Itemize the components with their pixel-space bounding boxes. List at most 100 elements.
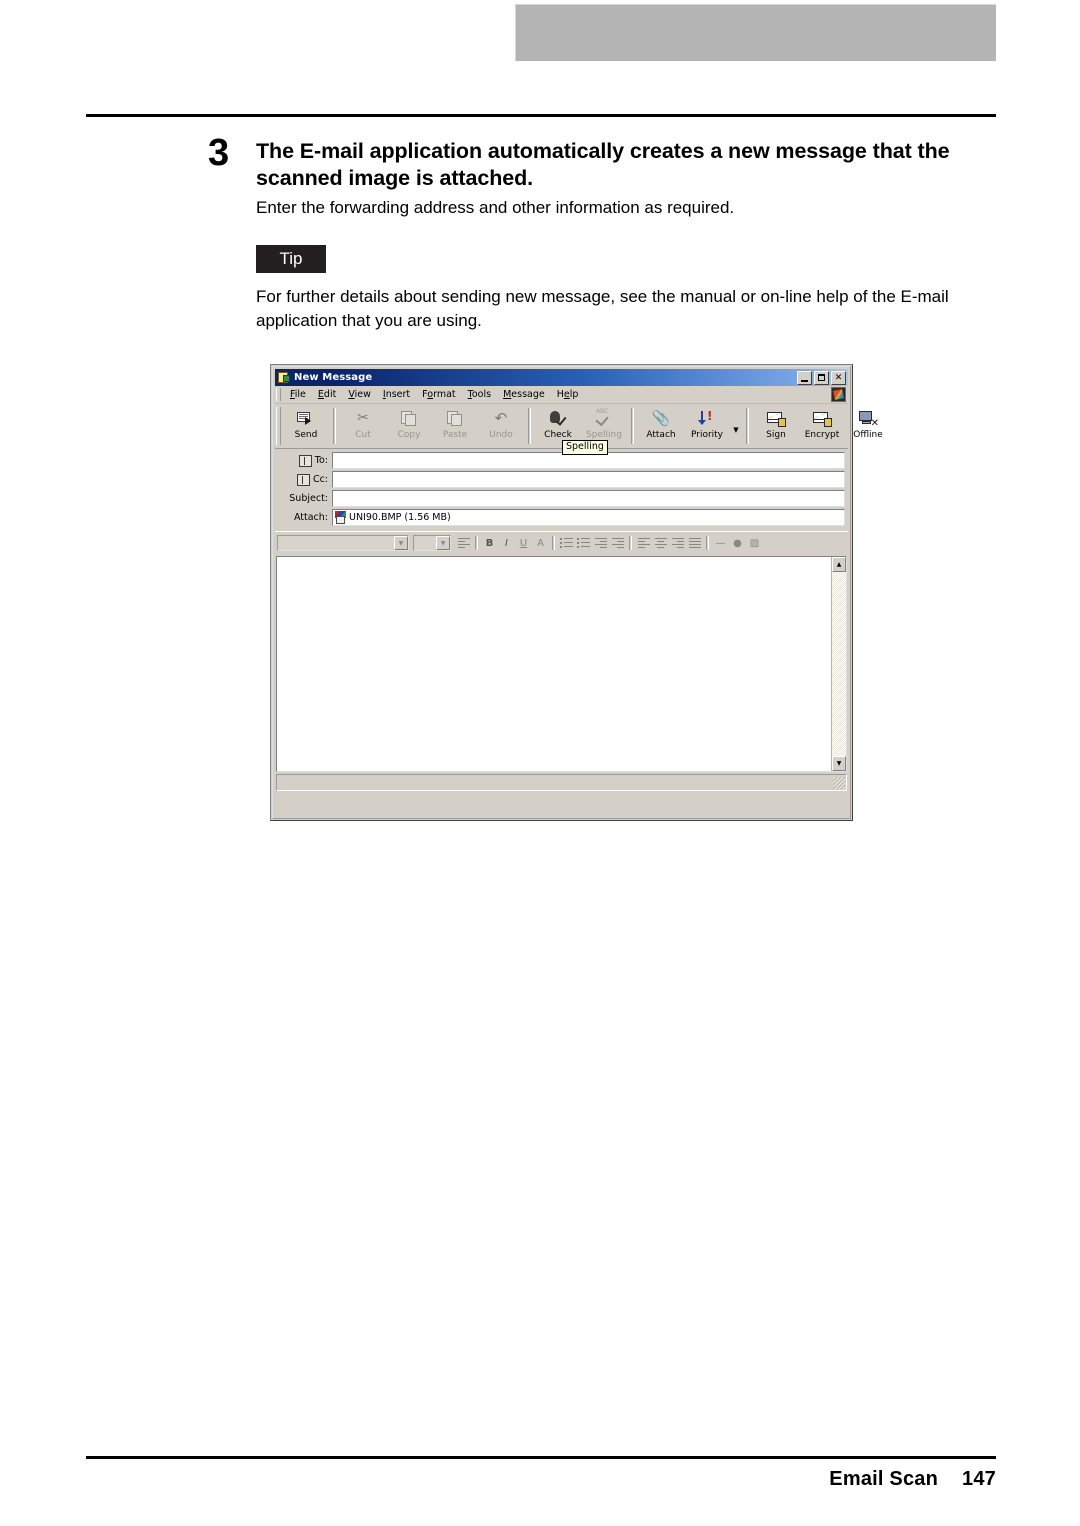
close-button[interactable]: ✕ xyxy=(831,370,846,385)
attachment-chip[interactable]: UNI90.BMP (1.56 MB) xyxy=(335,511,451,524)
resize-grip[interactable] xyxy=(833,777,845,789)
font-size-select[interactable]: ▼ xyxy=(413,535,451,551)
format-separator xyxy=(552,536,555,550)
toolbar-separator xyxy=(631,408,634,444)
chevron-down-icon[interactable]: ▼ xyxy=(394,536,408,550)
align-right-button[interactable] xyxy=(669,535,686,552)
subject-field-row: Subject: xyxy=(276,490,847,507)
attach-field-label: Attach: xyxy=(293,512,328,523)
font-size-value xyxy=(414,536,436,550)
subject-input[interactable] xyxy=(332,490,845,507)
spelling-button-label: Spelling xyxy=(586,430,622,440)
numbered-list-icon xyxy=(560,537,573,549)
justify-icon xyxy=(688,537,701,549)
underline-button[interactable]: U xyxy=(515,535,532,552)
message-header-fields: To: Cc: Subject: Attach: UNI90.BMP (1.56… xyxy=(275,449,848,530)
increase-indent-button[interactable] xyxy=(609,535,626,552)
font-family-select[interactable]: ▼ xyxy=(277,535,409,551)
address-book-icon[interactable] xyxy=(298,454,312,467)
chevron-down-icon[interactable]: ▼ xyxy=(436,536,450,550)
align-center-button[interactable] xyxy=(652,535,669,552)
to-field-label: To: xyxy=(314,455,328,466)
toolbar-separator xyxy=(528,408,531,444)
menu-tools[interactable]: Tools xyxy=(462,388,497,401)
menu-message[interactable]: Message xyxy=(497,388,551,401)
check-button-label: Check xyxy=(544,430,572,440)
priority-button-label: Priority xyxy=(690,430,724,440)
align-center-icon xyxy=(654,537,667,549)
paste-button-label: Paste xyxy=(442,430,468,440)
message-body-text[interactable] xyxy=(277,557,831,771)
paste-button[interactable]: Paste xyxy=(432,404,478,448)
cc-input[interactable] xyxy=(332,471,845,488)
attach-button[interactable]: 📎 Attach xyxy=(638,404,684,448)
sign-button-label: Sign xyxy=(766,430,786,440)
send-button[interactable]: Send xyxy=(283,404,329,448)
font-color-button[interactable]: A xyxy=(532,535,549,552)
menubar: File Edit View Insert Format Tools Messa… xyxy=(275,386,848,404)
menu-file[interactable]: File xyxy=(284,388,312,401)
formatting-toolbar: ▼ ▼ B I U A — ● ▨ xyxy=(275,531,848,554)
page-footer: Email Scan 147 xyxy=(829,1468,996,1491)
cc-field-label-wrap: Cc: xyxy=(276,473,332,486)
bulleted-list-button[interactable] xyxy=(575,535,592,552)
priority-dropdown-arrow-icon[interactable]: ▼ xyxy=(730,404,742,448)
footer-page-number: 147 xyxy=(962,1468,996,1490)
encrypt-envelope-icon xyxy=(812,409,832,427)
menu-edit[interactable]: Edit xyxy=(312,388,342,401)
footer-section-label: Email Scan xyxy=(829,1468,939,1490)
maximize-button[interactable] xyxy=(814,370,829,385)
sign-button[interactable]: Sign xyxy=(753,404,799,448)
new-message-icon xyxy=(277,371,291,384)
encrypt-button-label: Encrypt xyxy=(804,430,840,440)
scroll-down-icon[interactable]: ▼ xyxy=(832,756,846,771)
copy-button[interactable]: Copy xyxy=(386,404,432,448)
tip-text: For further details about sending new me… xyxy=(256,287,949,330)
paragraph-style-icon xyxy=(457,537,470,549)
align-left-icon xyxy=(637,537,650,549)
undo-icon: ↶ xyxy=(494,408,508,427)
menu-insert[interactable]: Insert xyxy=(377,388,416,401)
check-names-icon xyxy=(548,409,568,427)
outlook-express-logo-icon xyxy=(831,387,846,402)
menu-help[interactable]: Help xyxy=(551,388,585,401)
decrease-indent-icon xyxy=(594,537,607,549)
paragraph-style-button[interactable] xyxy=(455,535,472,552)
step-heading: The E-mail application automatically cre… xyxy=(256,139,950,190)
scroll-up-icon[interactable]: ▲ xyxy=(832,557,846,572)
spelling-icon: ABC xyxy=(594,409,614,427)
address-book-icon[interactable] xyxy=(296,473,310,486)
subject-field-label: Subject: xyxy=(289,493,328,504)
priority-button[interactable]: ! Priority xyxy=(684,404,730,448)
scrollbar-track[interactable] xyxy=(832,572,846,756)
toolbar-grip[interactable] xyxy=(276,407,281,445)
menubar-grip[interactable] xyxy=(276,388,281,401)
header-gray-block xyxy=(515,4,996,61)
align-left-button[interactable] xyxy=(635,535,652,552)
new-message-window: New Message ✕ File Edit View Insert Form… xyxy=(270,364,883,821)
body-vertical-scrollbar[interactable]: ▲ ▼ xyxy=(831,557,846,771)
attachment-filename: UNI90.BMP (1.56 MB) xyxy=(349,512,451,523)
cut-button[interactable]: ✂ Cut xyxy=(340,404,386,448)
toolbar-separator xyxy=(333,408,336,444)
priority-icon: ! xyxy=(697,409,717,427)
step-body-text: Enter the forwarding address and other i… xyxy=(256,198,735,217)
message-body-editor[interactable]: ▲ ▼ xyxy=(276,556,847,772)
decrease-indent-button[interactable] xyxy=(592,535,609,552)
horizontal-rule-button[interactable]: — xyxy=(712,535,729,552)
numbered-list-button[interactable] xyxy=(558,535,575,552)
format-separator xyxy=(475,536,478,550)
italic-button[interactable]: I xyxy=(498,535,515,552)
attach-button-label: Attach xyxy=(646,430,676,440)
justify-button[interactable] xyxy=(686,535,703,552)
offline-button[interactable]: ✕ Offline xyxy=(845,404,891,448)
menu-format[interactable]: Format xyxy=(416,388,462,401)
bold-button[interactable]: B xyxy=(481,535,498,552)
minimize-button[interactable] xyxy=(797,370,812,385)
attach-input[interactable]: UNI90.BMP (1.56 MB) xyxy=(332,509,845,526)
insert-image-button[interactable]: ▨ xyxy=(746,535,763,552)
insert-link-button[interactable]: ● xyxy=(729,535,746,552)
encrypt-button[interactable]: Encrypt xyxy=(799,404,845,448)
menu-view[interactable]: View xyxy=(342,388,377,401)
undo-button[interactable]: ↶ Undo xyxy=(478,404,524,448)
